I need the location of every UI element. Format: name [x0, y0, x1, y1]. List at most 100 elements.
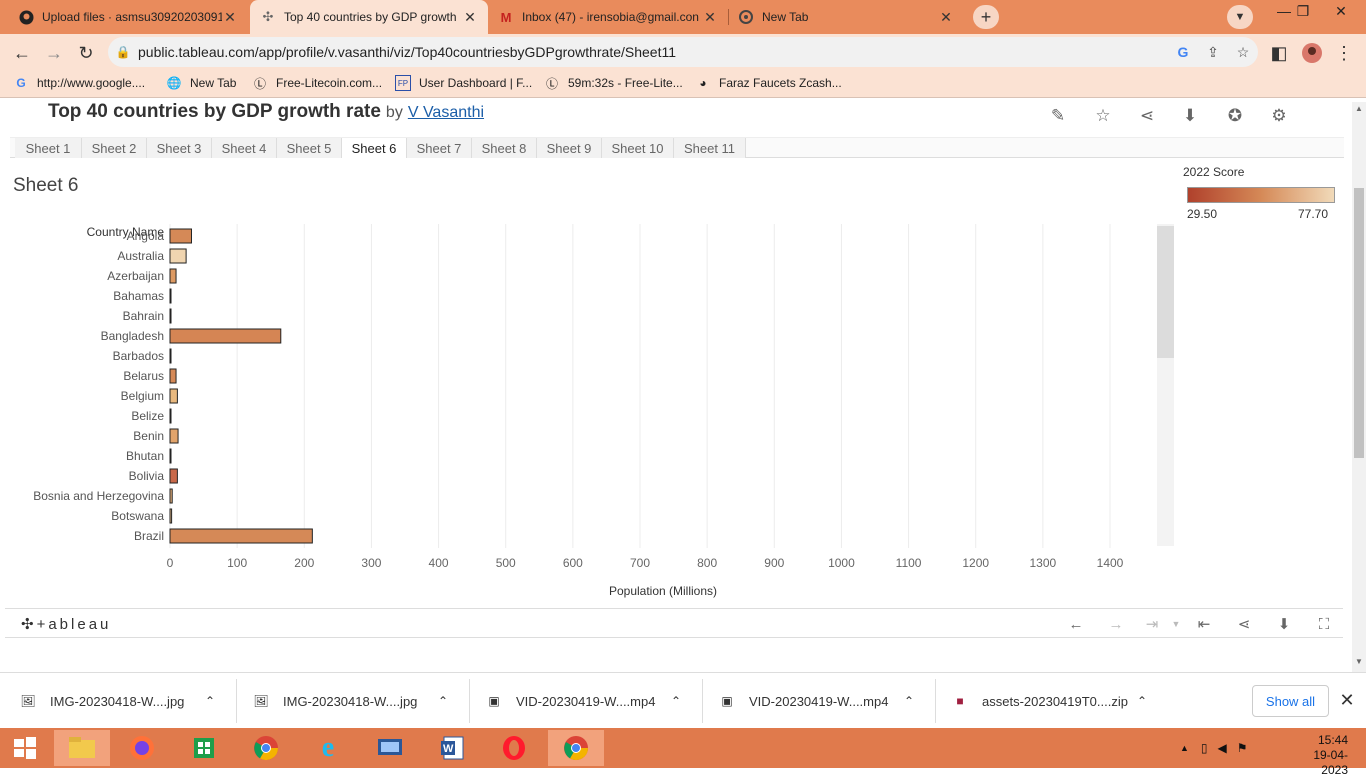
bookmark-item[interactable]: Ⓛ Free-Litecoin.com... — [252, 75, 382, 91]
show-all-downloads-button[interactable]: Show all — [1252, 685, 1329, 717]
legend-title: 2022 Score — [1183, 165, 1245, 179]
word-icon[interactable]: W — [424, 730, 480, 766]
favorite-star-icon[interactable]: ☆ — [1092, 105, 1114, 127]
close-icon[interactable]: ✕ — [222, 9, 238, 26]
share-icon[interactable]: ⋖ — [1233, 613, 1255, 635]
share-icon[interactable]: ⋖ — [1136, 105, 1158, 127]
forward-icon[interactable]: → — [43, 42, 65, 64]
download-item[interactable]: ▣ VID-20230419-W....mp4 ⌃ — [699, 673, 919, 729]
tab-sheet-11[interactable]: Sheet 11 — [674, 138, 746, 158]
edit-icon[interactable]: ✎ — [1047, 105, 1069, 127]
chrome-active-icon[interactable] — [548, 730, 604, 766]
browser-tab-title: Inbox (47) - irensobia@gmail.con — [522, 10, 699, 24]
tab-sheet-2[interactable]: Sheet 2 — [82, 138, 147, 158]
download-item[interactable]: ■ assets-20230419T0....zip ⌃ — [932, 673, 1152, 729]
x-tick-label: 1000 — [828, 556, 855, 570]
lock-icon: 🔒 — [115, 45, 131, 59]
tab-search-chevron-icon[interactable]: ▼ — [1227, 5, 1253, 29]
file-explorer-icon[interactable] — [54, 730, 110, 766]
svg-text:W: W — [443, 743, 454, 755]
undo-icon[interactable]: ← — [1065, 613, 1087, 635]
tab-sheet-1[interactable]: Sheet 1 — [15, 138, 82, 158]
browser-tab-tableau[interactable]: ✣ Top 40 countries by GDP growth ✕ — [250, 0, 488, 34]
tray-chevron-up-icon[interactable]: ▲ — [1180, 743, 1189, 753]
browser-tab-gmail[interactable]: M Inbox (47) - irensobia@gmail.con ✕ — [488, 0, 728, 34]
settings-gear-icon[interactable]: ⚙ — [1268, 105, 1290, 127]
keyboard-app-icon[interactable] — [362, 730, 418, 766]
x-tick-label: 0 — [167, 556, 174, 570]
bookmark-item[interactable]: FP User Dashboard | F... — [395, 75, 532, 91]
fullscreen-icon[interactable]: ⛶ — [1313, 613, 1335, 635]
close-icon[interactable]: ✕ — [462, 9, 478, 26]
network-flag-icon[interactable]: ⚑ — [1237, 741, 1248, 755]
avatar[interactable] — [1301, 42, 1323, 64]
restore-icon[interactable]: ❐ — [1284, 0, 1322, 22]
download-icon[interactable]: ⬇ — [1273, 613, 1295, 635]
chrome-icon — [738, 9, 754, 25]
scroll-up-icon[interactable]: ▲ — [1355, 104, 1363, 113]
bar — [169, 308, 172, 324]
revert-chevron-down-icon[interactable]: ▼ — [1165, 613, 1187, 635]
address-bar[interactable]: 🔒 public.tableau.com/app/profile/v.vasan… — [108, 37, 1258, 67]
tab-sheet-10[interactable]: Sheet 10 — [602, 138, 674, 158]
download-item[interactable]: 🖼 IMG-20230418-W....jpg ⌃ — [0, 673, 220, 729]
opera-icon[interactable] — [486, 730, 542, 766]
redo-icon[interactable]: → — [1105, 613, 1127, 635]
menu-kebab-icon[interactable]: ⋮ — [1333, 42, 1355, 64]
download-item[interactable]: ▣ VID-20230419-W....mp4 ⌃ — [466, 673, 686, 729]
battery-icon[interactable]: ▯ — [1201, 741, 1208, 755]
bookmark-item[interactable]: Ghttp://www.google.... — [13, 75, 145, 91]
close-icon[interactable]: ✕ — [702, 9, 718, 26]
browser-tab-github[interactable]: Upload files · asmsu30920203091 ✕ — [8, 0, 248, 34]
tab-sheet-9[interactable]: Sheet 9 — [537, 138, 602, 158]
chrome-icon[interactable] — [238, 730, 294, 766]
tab-sheet-8[interactable]: Sheet 8 — [472, 138, 537, 158]
office-store-icon[interactable] — [176, 730, 232, 766]
google-translate-icon[interactable]: G — [1168, 44, 1198, 60]
download-item[interactable]: 🖼 IMG-20230418-W....jpg ⌃ — [233, 673, 453, 729]
tab-sheet-7[interactable]: Sheet 7 — [407, 138, 472, 158]
internet-explorer-icon[interactable]: e — [300, 730, 356, 766]
x-tick-label: 600 — [563, 556, 583, 570]
side-panel-icon[interactable]: ◧ — [1268, 42, 1290, 64]
back-icon[interactable]: ← — [11, 42, 33, 64]
scrollbar-thumb[interactable] — [1354, 188, 1364, 458]
category-label: Bahrain — [123, 309, 164, 323]
tab-sheet-6[interactable]: Sheet 6 — [342, 138, 407, 158]
page-scrollbar[interactable]: ▲ ▼ — [1352, 102, 1366, 672]
chevron-up-icon[interactable]: ⌃ — [666, 694, 686, 708]
bookmark-star-icon[interactable]: ☆ — [1228, 44, 1258, 61]
chevron-up-icon[interactable]: ⌃ — [899, 694, 919, 708]
bookmark-label: User Dashboard | F... — [419, 76, 533, 90]
share-icon[interactable]: ⇪ — [1198, 44, 1228, 61]
x-tick-label: 900 — [764, 556, 784, 570]
volume-icon[interactable]: ◀ — [1218, 741, 1227, 755]
badge-icon[interactable]: ✪ — [1224, 105, 1246, 127]
new-tab-button[interactable]: + — [973, 5, 999, 29]
viz-author-link[interactable]: V Vasanthi — [408, 104, 484, 122]
tab-sheet-4[interactable]: Sheet 4 — [212, 138, 277, 158]
bookmark-item[interactable]: Ⓛ 59m:32s - Free-Lite... — [544, 75, 683, 91]
chevron-up-icon[interactable]: ⌃ — [433, 694, 453, 708]
tableau-logo[interactable]: ✣+ableau — [21, 615, 111, 633]
revert-all-icon[interactable]: ⇤ — [1193, 613, 1215, 635]
chart-scrollbar-thumb — [1157, 226, 1174, 358]
scroll-down-icon[interactable]: ▼ — [1355, 657, 1363, 666]
browser-tab-newtab[interactable]: New Tab ✕ — [728, 0, 964, 34]
image-file-icon: 🖼 — [20, 694, 36, 708]
tab-sheet-3[interactable]: Sheet 3 — [147, 138, 212, 158]
tab-sheet-5[interactable]: Sheet 5 — [277, 138, 342, 158]
revert-icon[interactable]: ⇥ — [1141, 613, 1163, 635]
windows-start-icon[interactable] — [0, 730, 50, 766]
taskbar-clock[interactable]: 15:44 19-04-2023 — [1288, 733, 1348, 778]
reload-icon[interactable]: ↻ — [75, 42, 97, 64]
bookmark-item[interactable]: ◕ Faraz Faucets Zcash... — [695, 75, 841, 91]
bookmark-item[interactable]: 🌐 New Tab — [166, 75, 237, 91]
chevron-up-icon[interactable]: ⌃ — [1132, 694, 1152, 708]
close-icon[interactable]: ✕ — [938, 9, 954, 26]
firefox-icon[interactable] — [114, 730, 170, 766]
close-downloads-icon[interactable]: ✕ — [1337, 690, 1357, 710]
chevron-up-icon[interactable]: ⌃ — [200, 694, 220, 708]
download-icon[interactable]: ⬇ — [1179, 105, 1201, 127]
window-close-icon[interactable]: ✕ — [1322, 0, 1360, 22]
